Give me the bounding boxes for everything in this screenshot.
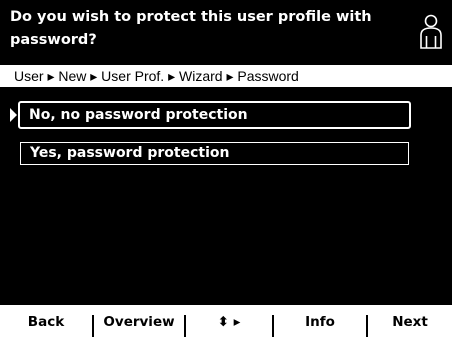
breadcrumb: User ▸ New ▸ User Prof. ▸ Wizard ▸ Passw… <box>0 65 452 87</box>
back-button[interactable]: Back <box>0 305 92 340</box>
title-bar: Do you wish to protect this user profile… <box>0 0 452 62</box>
options-list: No, no password protection Yes, password… <box>0 89 452 303</box>
info-button[interactable]: Info <box>274 305 366 340</box>
user-profile-icon <box>420 14 442 49</box>
breadcrumb-text: User ▸ New ▸ User Prof. ▸ Wizard ▸ Passw… <box>14 68 299 84</box>
option-yes-password[interactable]: Yes, password protection <box>20 142 409 165</box>
next-button[interactable]: Next <box>368 305 452 340</box>
page-title: Do you wish to protect this user profile… <box>10 9 372 48</box>
navigate-arrows-button[interactable]: ⬍ ▸ <box>186 305 272 340</box>
softkey-bar: Back Overview ⬍ ▸ Info Next <box>0 305 452 340</box>
overview-button[interactable]: Overview <box>94 305 184 340</box>
option-label: No, no password protection <box>29 107 248 123</box>
option-no-password[interactable]: No, no password protection <box>18 101 411 129</box>
selection-cursor-icon <box>10 108 17 122</box>
option-label: Yes, password protection <box>30 145 230 161</box>
